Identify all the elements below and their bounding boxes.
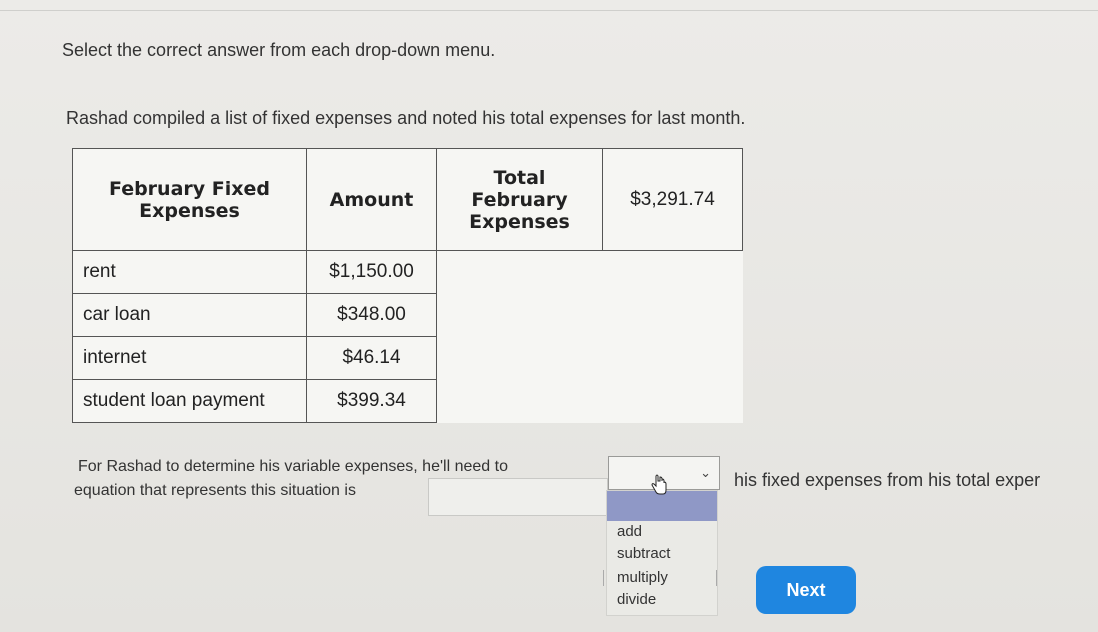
divider-mark [603,570,604,586]
header-amount: Amount [306,148,437,251]
chevron-down-icon: ⌄ [700,465,711,480]
problem-prompt: Rashad compiled a list of fixed expenses… [66,108,746,128]
expense-name: rent [72,250,307,294]
divider-mark [716,570,717,586]
expense-name: car loan [72,293,307,337]
equation-answer-dropdown[interactable] [428,478,608,516]
header-total-february-expenses: Total February Expenses [436,148,603,251]
expense-amount: $46.14 [306,336,437,380]
table-row: rent $1,150.00 [72,250,743,294]
expense-amount: $1,150.00 [306,250,437,294]
table-row: car loan $348.00 [72,293,743,337]
page: Select the correct answer from each drop… [0,0,1098,632]
table-row: student loan payment $399.34 [72,379,743,423]
operation-dropdown-menu: add subtract multiply divide [606,490,718,616]
expenses-table: February Fixed Expenses Amount Total Feb… [72,148,743,423]
top-divider [0,10,1098,11]
hand-cursor-icon [651,474,667,495]
dropdown-option-subtract[interactable]: subtract [617,545,670,562]
table-row: internet $46.14 [72,336,743,380]
question-text-line2: equation that represents this situation … [74,482,356,499]
question-text-line1: For Rashad to determine his variable exp… [78,458,508,475]
expense-amount: $348.00 [306,293,437,337]
question-text-continuation: his fixed expenses from his total exper [734,470,1041,490]
dropdown-option-add[interactable]: add [617,523,642,540]
expense-amount: $399.34 [306,379,437,423]
instruction-text: Select the correct answer from each drop… [62,40,496,60]
table-header-row: February Fixed Expenses Amount Total Feb… [72,148,743,251]
dropdown-option-divide[interactable]: divide [617,591,656,608]
total-expenses-value: $3,291.74 [602,148,743,251]
next-button[interactable]: Next [756,566,856,614]
expense-name: student loan payment [72,379,307,423]
expense-name: internet [72,336,307,380]
dropdown-option-multiply[interactable]: multiply [617,569,668,586]
header-fixed-expenses: February Fixed Expenses [72,148,307,251]
